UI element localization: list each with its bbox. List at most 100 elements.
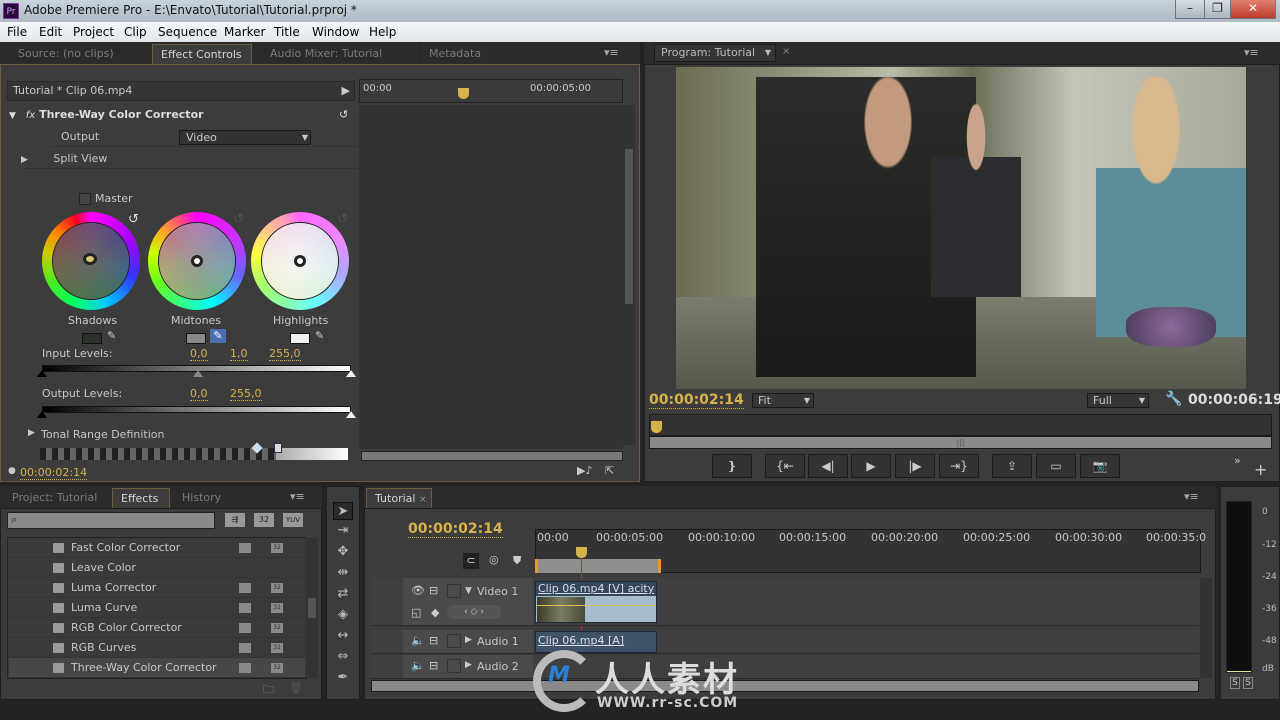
step-back-button[interactable]: ◀| [808,454,848,478]
tab-source[interactable]: Source: (no clips) [10,44,150,64]
razor-tool-icon[interactable]: ◈ [333,606,353,624]
safe-margins-button[interactable]: ▭ [1036,454,1076,478]
tonal-range-bar[interactable] [40,448,348,460]
resolution-dropdown[interactable]: Full ▼ [1087,393,1149,408]
solo-right-button[interactable]: S [1243,677,1253,689]
collapse-triangle-icon[interactable]: ▼ [9,111,16,121]
slip-tool-icon[interactable]: ↔ [333,627,353,645]
menu-project[interactable]: Project [73,25,114,39]
play-button[interactable]: ▶ [851,454,891,478]
close-button[interactable]: ✕ [1230,0,1276,19]
output-black-value[interactable]: 0,0 [190,387,208,401]
sync-lock-icon[interactable]: ⊟ [429,584,438,597]
effect-item[interactable]: Luma Curve 32 [9,598,305,618]
opacity-dropdown[interactable]: acity [628,582,655,595]
shadows-swatch[interactable] [82,333,102,344]
rolling-edit-tool-icon[interactable]: ⇹ [333,564,353,582]
work-area-bar[interactable] [535,559,661,573]
go-to-out-button[interactable]: ⇥} [939,454,979,478]
panel-menu-icon[interactable]: ▾≡ [1184,490,1199,503]
shadows-color-wheel[interactable] [42,212,140,310]
pen-tool-icon[interactable]: ✒ [333,669,353,687]
highlights-eyedropper-icon[interactable]: ✎ [315,329,324,342]
video-frame[interactable] [676,67,1246,389]
effect-item-selected[interactable]: Three-Way Color Corrector 32 [9,658,305,678]
mark-in-button[interactable]: ❵ [712,454,752,478]
speaker-icon[interactable]: 🔈 [411,659,425,672]
minimize-button[interactable]: – [1175,0,1205,19]
solo-left-button[interactable]: S [1230,677,1240,689]
timeline-playhead-icon[interactable] [576,547,587,558]
tab-effects[interactable]: Effects × [112,488,170,525]
menu-clip[interactable]: Clip [124,25,147,39]
button-editor-plus-icon[interactable]: + [1254,460,1267,479]
export-button[interactable]: ⇪ [992,454,1032,478]
audio-clip[interactable]: Clip 06.mp4 [A] [535,631,657,653]
midtones-swatch[interactable] [186,333,206,344]
timeline-horizontal-scrollbar[interactable] [371,680,1199,692]
track-select-tool-icon[interactable]: ⇥ [333,522,353,540]
delete-icon[interactable]: 🗑 [289,681,303,694]
tab-audio-mixer[interactable]: Audio Mixer: Tutorial [262,44,412,64]
accelerated-filter-button[interactable]: ⇶ [225,513,245,527]
tonal-range-expand-icon[interactable]: ▶ [28,428,35,438]
midtones-color-wheel[interactable] [148,212,246,310]
midtones-eyedropper-icon[interactable]: ✎ [210,329,226,343]
expand-track-icon[interactable]: ▶ [465,635,472,645]
input-gray-handle[interactable] [193,370,203,377]
ec-time-ruler[interactable]: 00:00 00:00:05:00 [359,79,623,103]
track-lock-toggle[interactable] [447,659,461,673]
reset-highlights-icon[interactable]: ↺ [337,212,348,227]
effects-scrollbar[interactable] [306,538,318,678]
tab-tutorial-sequence[interactable]: Tutorial × [366,488,432,508]
more-controls-icon[interactable]: » [1234,454,1241,467]
shadows-eyedropper-icon[interactable]: ✎ [107,329,116,342]
output-white-value[interactable]: 255,0 [230,387,262,401]
display-style-icon[interactable]: ◱ [411,606,421,619]
reset-shadows-icon[interactable]: ↺ [128,212,139,227]
output-black-handle[interactable] [37,411,47,418]
loop-icon[interactable]: ⇱ [605,464,614,477]
effects-search-input[interactable]: ⌕ [7,512,215,529]
input-gray-value[interactable]: 1,0 [230,347,248,361]
highlights-swatch[interactable] [290,333,310,344]
menu-title[interactable]: Title [274,25,300,39]
close-tab-icon[interactable]: × [782,46,790,57]
export-frame-button[interactable]: 📷 [1080,454,1120,478]
close-tab-icon[interactable]: × [419,495,427,505]
program-current-timecode[interactable]: 00:00:02:14 [649,392,744,409]
program-playhead-icon[interactable] [651,421,662,433]
effect-item[interactable]: Leave Color [9,558,305,578]
speaker-icon[interactable]: 🔈 [411,634,425,647]
slide-tool-icon[interactable]: ⇔ [333,648,353,666]
master-checkbox[interactable] [79,193,91,205]
ec-horizontal-scrollbar[interactable] [361,451,623,461]
expand-track-icon[interactable]: ▶ [465,660,472,670]
yuv-filter-button[interactable]: YUV [283,513,303,527]
highlights-color-wheel[interactable] [251,212,349,310]
track-lock-toggle[interactable] [447,584,461,598]
chevron-down-icon[interactable]: ▼ [765,45,771,61]
panel-menu-icon[interactable]: ▾≡ [604,46,619,59]
program-zoom-scrollbar[interactable]: ||| [649,436,1272,449]
effect-item[interactable]: RGB Color Corrector 32 [9,618,305,638]
snap-icon[interactable]: ⊂ [463,553,479,569]
keyframe-navigator[interactable]: ‹ ◇ › [447,605,501,619]
ec-playhead-icon[interactable] [458,88,469,99]
effect-item[interactable]: Fast Color Corrector 32 [9,538,305,558]
menu-edit[interactable]: Edit [39,25,62,39]
panel-menu-icon[interactable]: ▾≡ [290,490,305,503]
output-dropdown[interactable]: Video ▼ [179,130,311,145]
highlights-wheel-handle[interactable] [294,255,306,267]
menu-help[interactable]: Help [369,25,396,39]
add-marker-icon[interactable]: ⛊ [513,554,521,568]
ec-scroll-thumb[interactable] [625,149,633,304]
timeline-vertical-scrollbar[interactable] [1200,578,1212,678]
set-encore-marker-icon[interactable]: ◎ [489,553,499,566]
keyframe-icon[interactable]: ◆ [431,606,439,619]
32bit-filter-button[interactable]: 32 [254,513,274,527]
video-clip[interactable]: Clip 06.mp4 [V] acity ▼ [535,581,657,623]
tonal-highlight-handle[interactable] [274,443,282,453]
expand-triangle-icon[interactable]: ▶ [21,155,28,165]
reset-midtones-icon[interactable]: ↺ [233,212,244,227]
